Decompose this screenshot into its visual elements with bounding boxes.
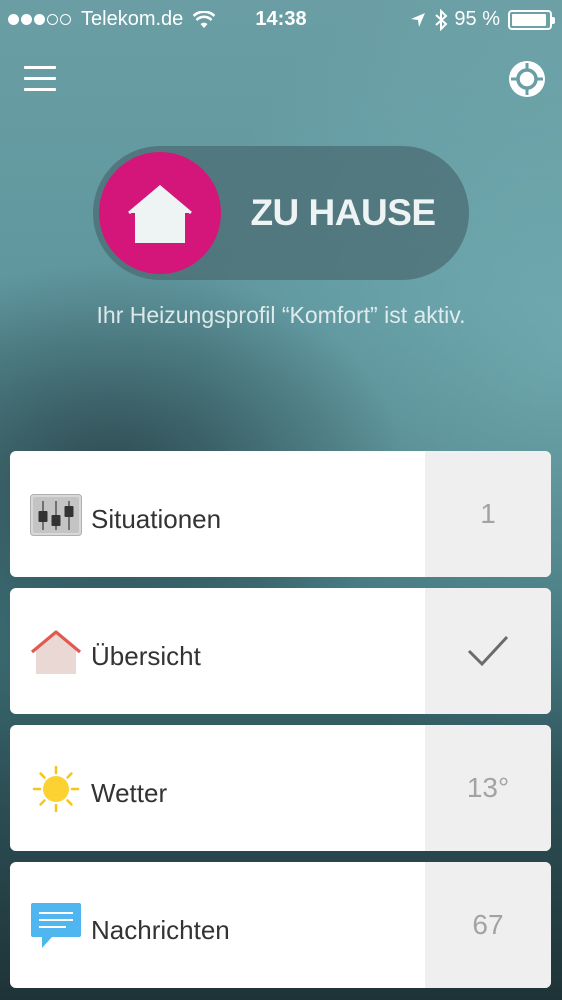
- house-outline-icon: [30, 629, 82, 675]
- card-label: Nachrichten: [91, 915, 230, 945]
- card-value: 1: [425, 451, 551, 577]
- status-bar: Telekom.de 14:38 95 %: [0, 0, 562, 40]
- sun-icon: [30, 765, 82, 813]
- card-wetter[interactable]: Wetter 13°: [10, 725, 551, 851]
- card-nachrichten[interactable]: Nachrichten 67: [10, 862, 551, 988]
- hamburger-menu-icon[interactable]: [24, 66, 56, 92]
- card-value: 67: [425, 862, 551, 988]
- bluetooth-icon: [435, 8, 448, 31]
- card-label: Situationen: [91, 504, 222, 534]
- checkmark-icon: [467, 635, 509, 667]
- heating-profile-status: Ihr Heizungsprofil “Komfort” ist aktiv.: [96, 302, 466, 328]
- battery-icon: [508, 9, 555, 30]
- card-value: 13°: [425, 725, 551, 851]
- battery-percentage: 95 %: [454, 8, 500, 30]
- card-situationen[interactable]: Situationen 1: [10, 451, 551, 577]
- message-bubble-icon: [30, 903, 82, 949]
- location-arrow-icon: [411, 12, 426, 27]
- card-value: [425, 588, 551, 714]
- home-mode-toggle[interactable]: ZU HAUSE: [93, 146, 469, 280]
- mode-knob: [99, 152, 221, 274]
- target-icon[interactable]: [508, 60, 546, 98]
- mode-label: ZU HAUSE: [250, 192, 436, 233]
- card-label: Übersicht: [91, 641, 201, 671]
- card-label: Wetter: [91, 778, 168, 808]
- card-uebersicht[interactable]: Übersicht: [10, 588, 551, 714]
- status-bar-right: 95 %: [410, 8, 555, 31]
- sliders-icon: [30, 492, 82, 538]
- house-icon: [128, 185, 192, 243]
